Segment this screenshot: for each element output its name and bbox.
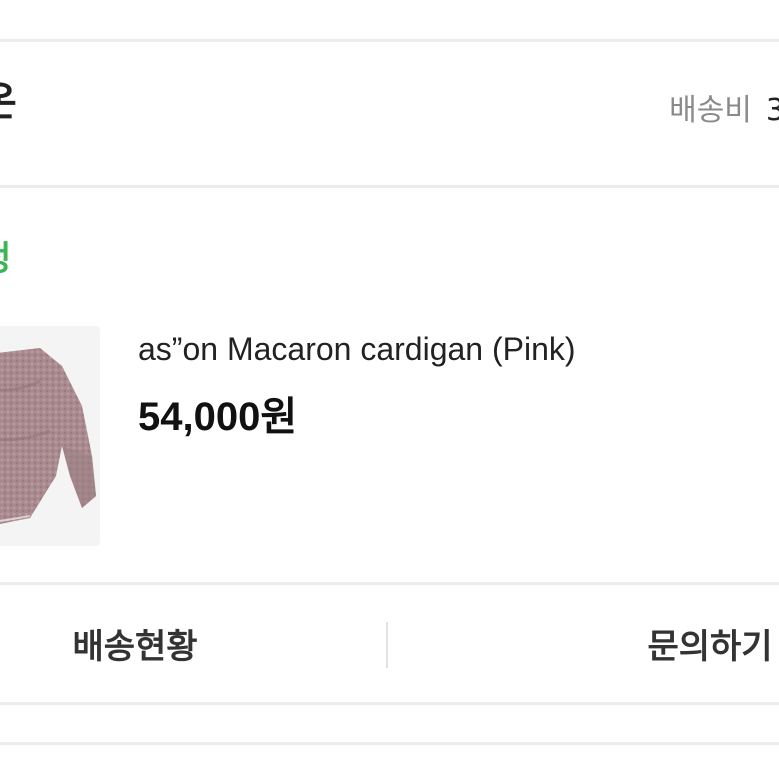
shipping-fee: 배송비 3 <box>669 96 779 126</box>
inquiry-button[interactable]: 문의하기 <box>520 585 779 702</box>
product-thumbnail[interactable] <box>0 326 100 546</box>
divider-top <box>0 39 779 42</box>
divider-actions <box>0 702 779 705</box>
order-detail-screen: 온 배송비 3 정 as”on Macaron cardigan (Pink) 5… <box>0 0 779 779</box>
order-status: 정 <box>0 242 11 276</box>
action-divider <box>386 622 388 668</box>
section-title: 온 <box>0 82 17 122</box>
cardigan-image-icon <box>0 348 96 524</box>
product-price: 54,000원 <box>138 395 298 439</box>
shipping-fee-label: 배송비 <box>669 93 752 128</box>
shipping-fee-value: 3 <box>765 93 779 128</box>
order-action-bar: 배송현황 문의하기 <box>0 585 779 702</box>
delivery-status-button[interactable]: 배송현황 <box>0 585 270 702</box>
product-name[interactable]: as”on Macaron cardigan (Pink) <box>138 330 576 368</box>
divider-header <box>0 185 779 188</box>
divider-bottom <box>0 742 779 745</box>
